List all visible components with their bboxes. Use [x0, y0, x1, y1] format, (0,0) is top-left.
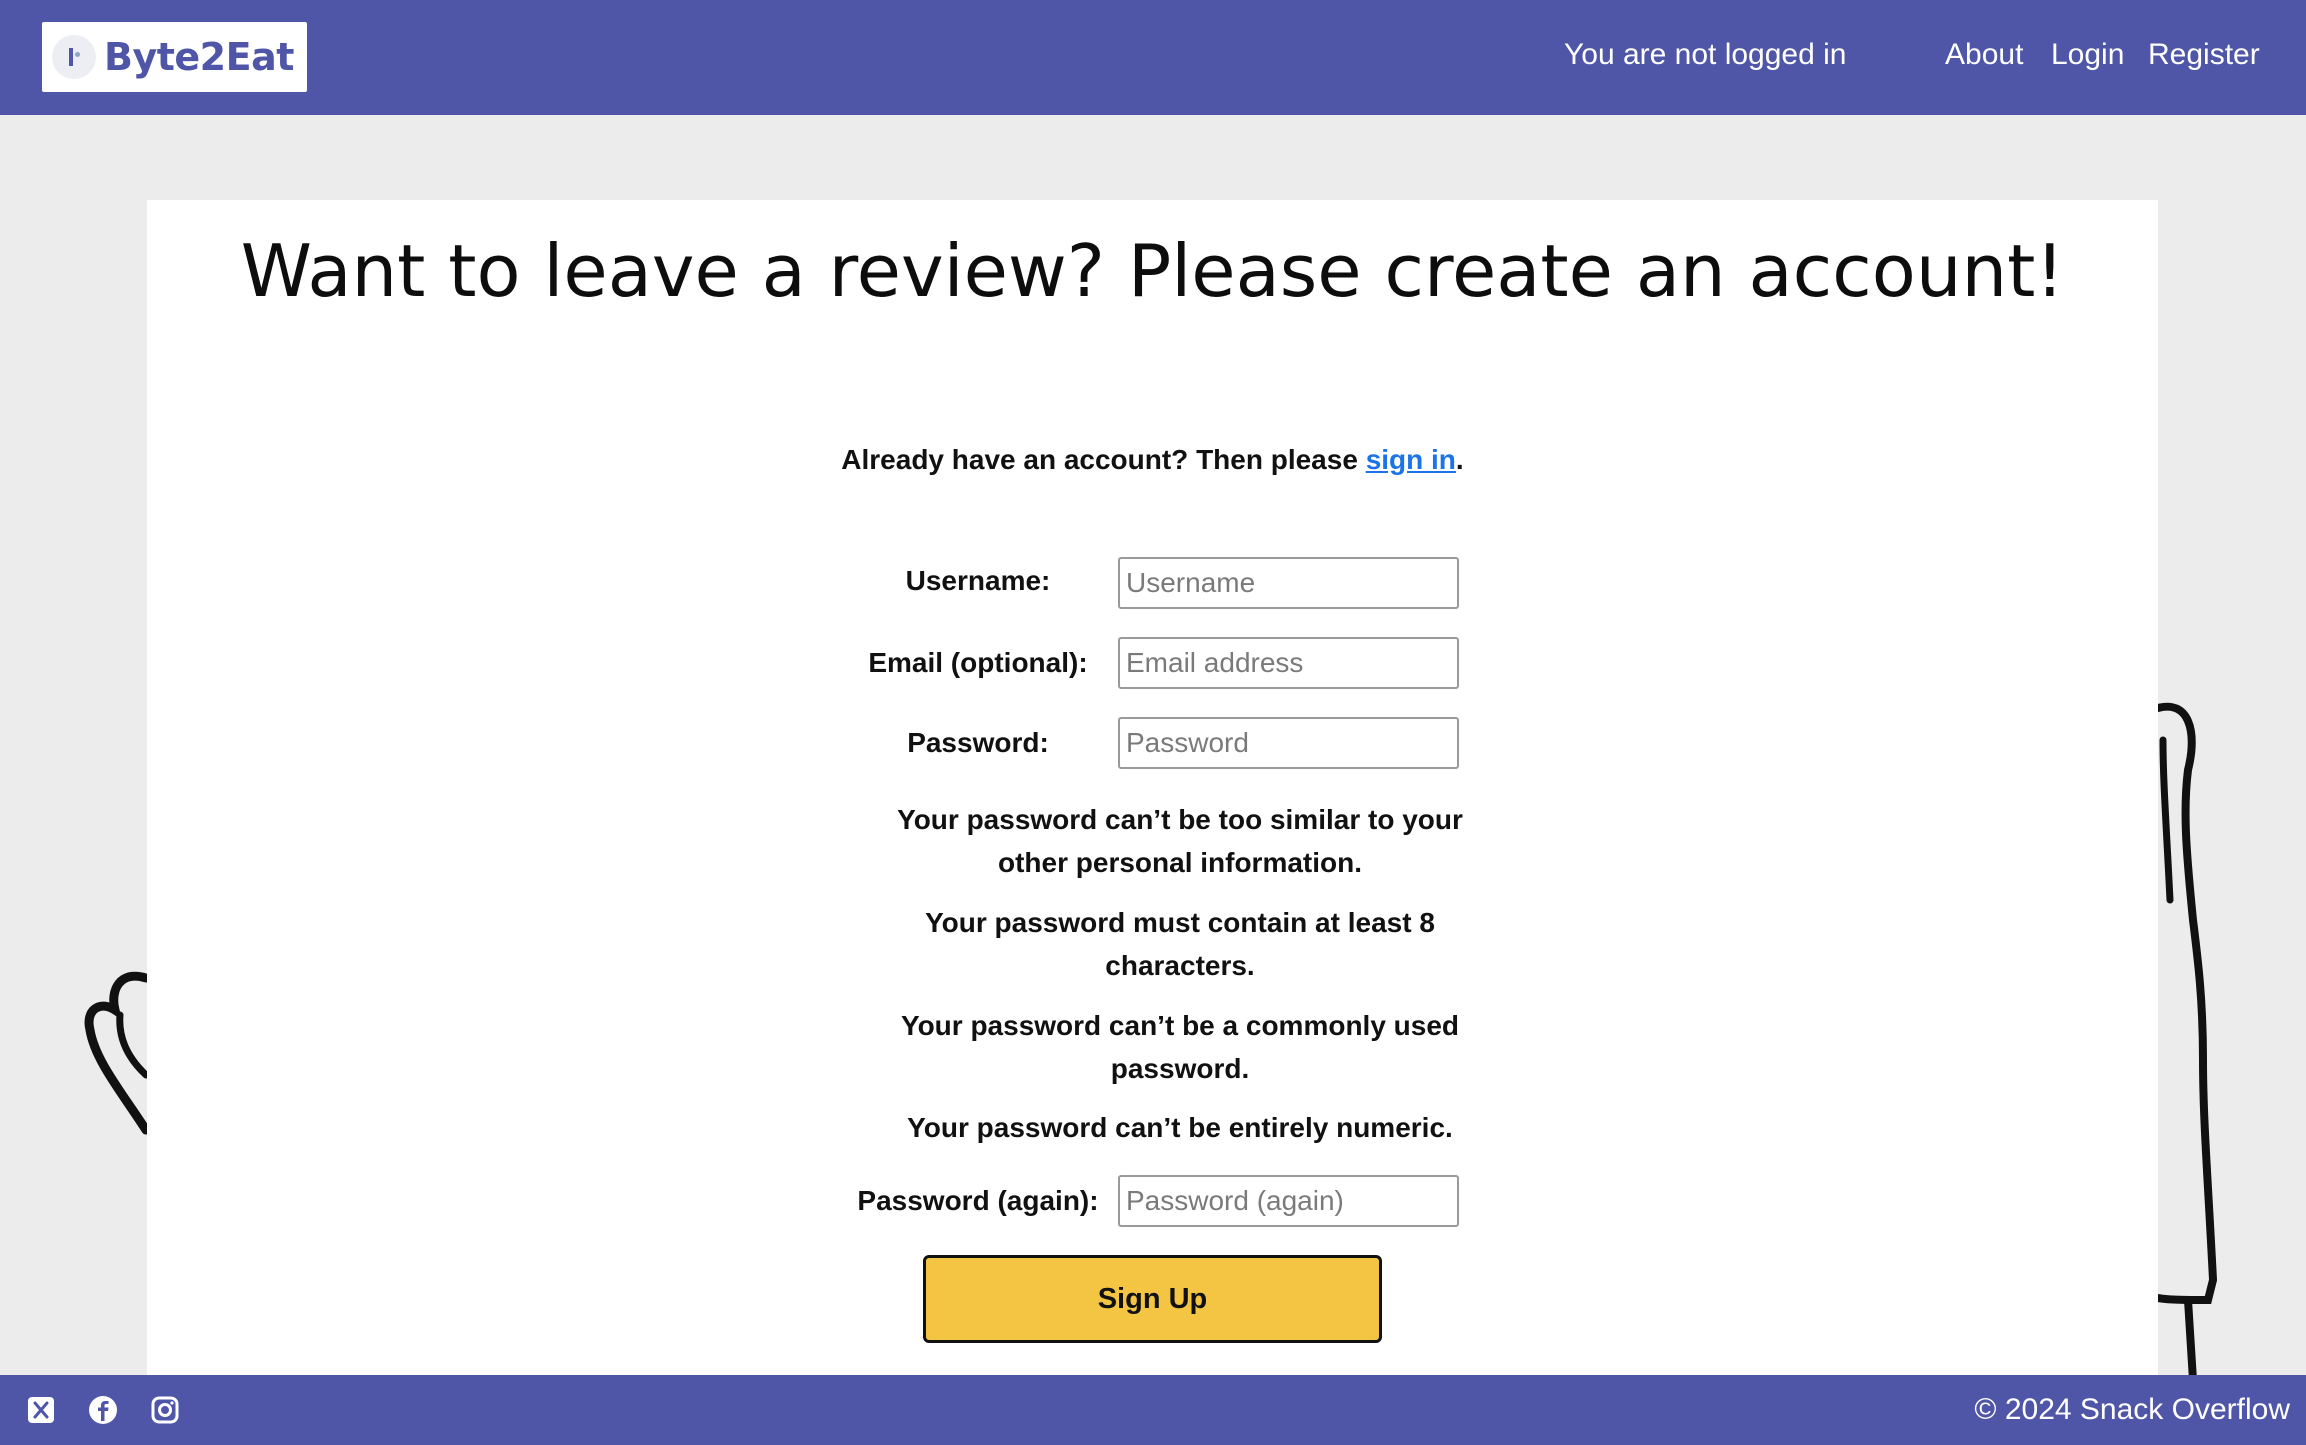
password-help-common: Your password can’t be a commonly used p… [900, 1010, 1460, 1084]
logo-text: Byte2Eat [104, 35, 294, 79]
password-again-label: Password (again): [857, 1185, 1099, 1216]
site-logo[interactable]: Byte2Eat [42, 22, 307, 92]
page-title: Want to leave a review? Please create an… [240, 229, 2065, 313]
nav-about-link[interactable]: About [1945, 38, 2023, 72]
site-footer: © 2024 Snack Overflow [0, 1375, 2306, 1445]
facebook-icon[interactable] [88, 1395, 118, 1425]
right-doodle-illustration [2158, 702, 2218, 1380]
password-help-numeric: Your password can’t be entirely numeric. [907, 1112, 1453, 1143]
nav-login-link[interactable]: Login [2051, 38, 2124, 72]
sign-up-button[interactable]: Sign Up [923, 1255, 1382, 1343]
password-help-length: Your password must contain at least 8 ch… [925, 907, 1435, 981]
copyright-text: © 2024 Snack Overflow [1974, 1393, 2290, 1426]
instagram-icon[interactable] [150, 1395, 180, 1425]
username-label: Username: [905, 565, 1051, 596]
sign-in-link[interactable]: sign in [1366, 444, 1456, 475]
signin-prompt: Already have an account? Then please sig… [841, 444, 1464, 475]
email-label: Email (optional): [868, 647, 1088, 678]
email-input[interactable] [1118, 637, 1459, 689]
password-label: Password: [907, 727, 1049, 758]
password-again-input[interactable] [1118, 1175, 1459, 1227]
password-help-similarity: Your password can’t be too similar to yo… [897, 804, 1463, 878]
logo-icon [52, 35, 96, 79]
username-input[interactable] [1118, 557, 1459, 609]
login-status: You are not logged in [1564, 38, 1847, 71]
top-navbar: Byte2Eat You are not logged in About Log… [0, 0, 2306, 115]
password-input[interactable] [1118, 717, 1459, 769]
left-doodle-illustration [84, 971, 150, 1135]
nav-register-link[interactable]: Register [2148, 38, 2260, 72]
x-icon[interactable] [26, 1395, 56, 1425]
